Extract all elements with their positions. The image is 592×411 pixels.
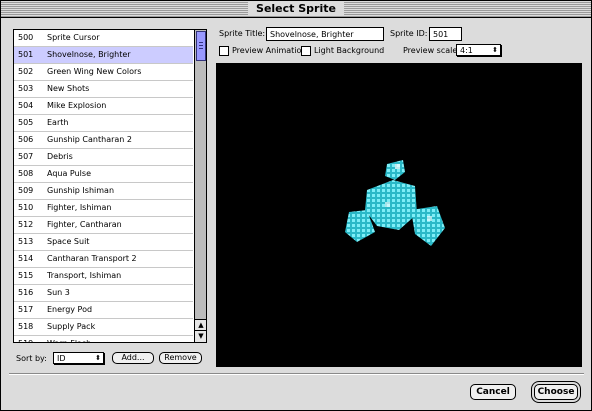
sprite-list-row[interactable]: 516 Sun 3: [14, 285, 193, 302]
popup-arrows-icon: ⬍: [492, 46, 498, 54]
light-background-checkbox[interactable]: [301, 46, 311, 56]
sprite-name-cell: Fighter, Cantharan: [47, 220, 122, 229]
sprite-list-row[interactable]: 517 Energy Pod: [14, 302, 193, 319]
sprite-list-row[interactable]: 510 Fighter, Ishiman: [14, 200, 193, 217]
sprite-name-cell: Mike Explosion: [47, 101, 107, 110]
sprite-title-field[interactable]: Shovelnose, Brighter: [266, 27, 384, 41]
sprite-id-cell: 516: [18, 288, 34, 297]
sprite-list[interactable]: 500 Sprite Cursor 501 Shovelnose, Brighter 5…: [13, 29, 207, 343]
sprite-id-cell: 519: [18, 336, 33, 342]
button-divider: [9, 373, 584, 375]
sprite-name-cell: Debris: [47, 152, 73, 161]
sprite-preview: [216, 63, 582, 367]
sprite-name-cell: Energy Pod: [47, 305, 93, 314]
sprite-name-cell: Cantharan Transport 2: [47, 254, 137, 263]
sprite-name-cell: Transport, Ishiman: [47, 271, 122, 280]
scroll-down-arrow-icon[interactable]: ▼: [195, 330, 206, 342]
sprite-name-cell: Earth: [47, 118, 69, 127]
sprite-id-cell: 505: [18, 118, 34, 127]
sprite-id-cell: 514: [18, 254, 34, 263]
sprite-name-cell: Gunship Cantharan 2: [47, 135, 132, 144]
sprite-list-row[interactable]: 507 Debris: [14, 149, 193, 166]
sprite-id-cell: 515: [18, 271, 34, 280]
preview-scale-value: 4:1: [460, 46, 473, 55]
sprite-id-cell: 502: [18, 67, 34, 76]
sprite-list-row[interactable]: 508 Aqua Pulse: [14, 166, 193, 183]
sprite-list-row[interactable]: 509 Gunship Ishiman: [14, 183, 193, 200]
sprite-list-row[interactable]: 503 New Shots: [14, 81, 193, 98]
sprite-id-cell: 509: [18, 186, 34, 195]
sprite-name-cell: Supply Pack: [47, 322, 96, 331]
sprite-list-row[interactable]: 506 Gunship Cantharan 2: [14, 132, 193, 149]
popup-arrows-icon: ⬍: [95, 354, 101, 362]
title-bar[interactable]: Select Sprite: [1, 1, 591, 18]
add-button[interactable]: Add...: [112, 352, 154, 364]
sprite-title-label: Sprite Title:: [219, 29, 266, 38]
sprite-id-cell: 504: [18, 101, 34, 110]
sprite-name-cell: Aqua Pulse: [47, 169, 91, 178]
sprite-name-cell: Gunship Ishiman: [47, 186, 115, 195]
sort-by-popup[interactable]: ID ⬍: [53, 352, 104, 364]
sprite-id-cell: 503: [18, 84, 34, 93]
sprite-id-cell: 510: [18, 203, 34, 212]
sprite-id-cell: 517: [18, 305, 34, 314]
cancel-button[interactable]: Cancel: [470, 384, 516, 400]
sort-by-value: ID: [57, 354, 66, 363]
sprite-list-row[interactable]: 504 Mike Explosion: [14, 98, 193, 115]
preview-animation-label[interactable]: Preview Animation: [232, 45, 306, 57]
shovelnose-ship-sprite: [345, 160, 445, 246]
sprite-name-cell: Shovelnose, Brighter: [47, 50, 131, 59]
sprite-list-row[interactable]: 518 Supply Pack: [14, 319, 193, 336]
sprite-name-cell: New Shots: [47, 84, 90, 93]
sprite-name-cell: Sun 3: [47, 288, 70, 297]
sprite-id-cell: 508: [18, 169, 34, 178]
sort-by-label: Sort by:: [16, 354, 47, 363]
sprite-list-row[interactable]: 505 Earth: [14, 115, 193, 132]
sprite-id-field[interactable]: 501: [429, 27, 462, 41]
sprite-id-cell: 512: [18, 220, 34, 229]
sprite-list-row[interactable]: 514 Cantharan Transport 2: [14, 251, 193, 268]
sprite-list-row[interactable]: 501 Shovelnose, Brighter: [14, 47, 193, 64]
sprite-name-cell: Sprite Cursor: [47, 33, 100, 42]
sprite-id-cell: 501: [18, 50, 34, 59]
preview-animation-checkbox[interactable]: [219, 46, 229, 56]
select-sprite-dialog: Select Sprite 500 Sprite Cursor 501 Shoveln…: [0, 0, 592, 411]
sprite-list-row[interactable]: 500 Sprite Cursor: [14, 30, 193, 47]
sprite-list-row[interactable]: 513 Space Suit: [14, 234, 193, 251]
light-background-label[interactable]: Light Background: [314, 45, 384, 57]
sprite-list-row[interactable]: 515 Transport, Ishiman: [14, 268, 193, 285]
remove-button[interactable]: Remove: [159, 352, 202, 364]
sprite-list-row[interactable]: 512 Fighter, Cantharan: [14, 217, 193, 234]
sprite-name-cell: Fighter, Ishiman: [47, 203, 112, 212]
sprite-list-rows: 500 Sprite Cursor 501 Shovelnose, Brighter 5…: [14, 30, 193, 342]
sprite-list-row[interactable]: 519 Warp Flash: [14, 336, 193, 342]
choose-button[interactable]: Choose: [534, 384, 578, 400]
sprite-id-cell: 507: [18, 152, 34, 161]
sprite-id-cell: 500: [18, 33, 34, 42]
dialog-title: Select Sprite: [248, 2, 344, 16]
sprite-name-cell: Green Wing New Colors: [47, 67, 142, 76]
scrollbar-thumb[interactable]: [196, 31, 206, 61]
preview-scale-label: Preview scale: [403, 46, 458, 55]
sprite-name-cell: Space Suit: [47, 237, 90, 246]
list-scrollbar[interactable]: ▲ ▼: [194, 30, 206, 342]
sprite-id-label: Sprite ID:: [390, 29, 428, 38]
sprite-name-cell: Warp Flash: [47, 336, 91, 342]
sprite-list-row[interactable]: 502 Green Wing New Colors: [14, 64, 193, 81]
sprite-image: [345, 160, 445, 246]
sprite-id-cell: 513: [18, 237, 34, 246]
preview-scale-popup[interactable]: 4:1 ⬍: [456, 44, 501, 56]
sprite-id-cell: 518: [18, 322, 34, 331]
sprite-id-cell: 506: [18, 135, 34, 144]
